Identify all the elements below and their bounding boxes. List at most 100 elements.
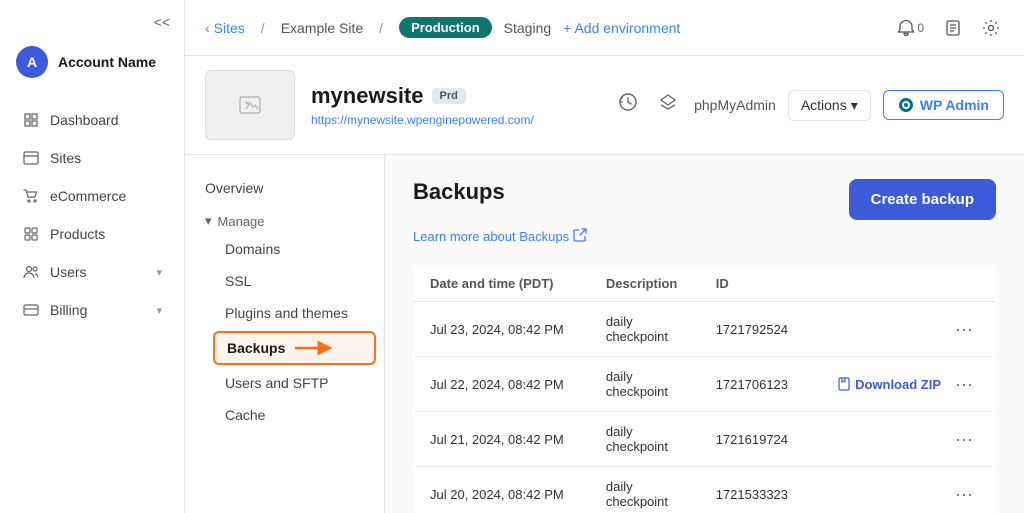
left-nav-users-sftp[interactable]: Users and SFTP: [205, 367, 384, 399]
sidebar-item-label-billing: Billing: [50, 302, 87, 318]
left-nav-ssl[interactable]: SSL: [205, 265, 384, 297]
left-nav-cache[interactable]: Cache: [205, 399, 384, 431]
backups-label: Backups: [227, 340, 285, 356]
more-options-button[interactable]: ···: [949, 317, 979, 342]
add-environment-button[interactable]: + Add environment: [563, 20, 680, 36]
cell-actions: ···: [810, 467, 995, 513]
ecommerce-icon: [22, 187, 40, 205]
create-backup-button[interactable]: Create backup: [849, 179, 996, 220]
col-id: ID: [700, 266, 811, 302]
site-name: mynewsite: [311, 83, 424, 109]
left-nav-plugins-themes[interactable]: Plugins and themes: [205, 297, 384, 329]
manage-section-label: Manage: [218, 214, 265, 229]
table-row: Jul 20, 2024, 08:42 PM daily checkpoint …: [414, 467, 996, 513]
sidebar-item-sites[interactable]: Sites: [6, 140, 178, 176]
chevron-down-icon: ▾: [205, 213, 212, 229]
sidebar-item-users[interactable]: Users ▾: [6, 254, 178, 290]
settings-button[interactable]: [978, 15, 1004, 41]
more-options-button[interactable]: ···: [949, 372, 979, 397]
left-nav-manage-section[interactable]: ▾ Manage: [185, 205, 384, 233]
billing-icon: [22, 301, 40, 319]
col-date: Date and time (PDT): [414, 266, 590, 302]
more-options-button[interactable]: ···: [949, 427, 979, 452]
sidebar-item-label-ecommerce: eCommerce: [50, 188, 126, 204]
cell-id: 1721533323: [700, 467, 811, 513]
avatar: A: [16, 46, 48, 78]
dashboard-icon: [22, 111, 40, 129]
back-label: Sites: [214, 20, 245, 36]
sidebar-item-label-sites: Sites: [50, 150, 81, 166]
table-row: Jul 22, 2024, 08:42 PM daily checkpoint …: [414, 357, 996, 412]
account-name: Account Name: [58, 54, 156, 70]
cell-id: 1721792524: [700, 302, 811, 357]
cell-date: Jul 23, 2024, 08:42 PM: [414, 302, 590, 357]
download-zip-button[interactable]: Download ZIP: [837, 377, 941, 392]
chevron-down-icon: ▾: [156, 266, 162, 279]
main-panel: Backups Create backup Learn more about B…: [385, 155, 1024, 513]
learn-more-link[interactable]: Learn more about Backups: [413, 228, 996, 245]
cell-date: Jul 22, 2024, 08:42 PM: [414, 357, 590, 412]
staging-tab[interactable]: Staging: [504, 20, 551, 36]
external-link-icon: [573, 228, 587, 245]
site-env-badge: Prd: [432, 88, 466, 104]
cell-actions: ···: [810, 412, 995, 467]
more-options-button[interactable]: ···: [949, 482, 979, 507]
phpmyadmin-label: phpMyAdmin: [694, 97, 776, 113]
sidebar-collapse-button[interactable]: <<: [0, 0, 184, 38]
wp-admin-label: WP Admin: [920, 97, 989, 113]
left-navigation: Overview ▾ Manage Domains SSL Plugins an…: [185, 155, 385, 513]
cell-description: daily checkpoint: [590, 412, 700, 467]
sidebar-item-label-products: Products: [50, 226, 105, 242]
breadcrumb-separator: /: [261, 20, 265, 36]
sidebar-item-label-dashboard: Dashboard: [50, 112, 119, 128]
sidebar-item-products[interactable]: Products: [6, 216, 178, 252]
actions-label: Actions: [801, 97, 847, 113]
content-area: Overview ▾ Manage Domains SSL Plugins an…: [185, 155, 1024, 513]
document-button[interactable]: [940, 15, 966, 41]
cell-description: daily checkpoint: [590, 357, 700, 412]
left-nav-overview[interactable]: Overview: [185, 171, 384, 205]
wp-admin-button[interactable]: WP Admin: [883, 90, 1004, 120]
actions-dropdown-button[interactable]: Actions ▾: [788, 90, 871, 121]
sidebar-item-billing[interactable]: Billing ▾: [6, 292, 178, 328]
bell-button[interactable]: 0: [893, 15, 928, 41]
learn-more-label: Learn more about Backups: [413, 229, 569, 244]
cell-date: Jul 20, 2024, 08:42 PM: [414, 467, 590, 513]
topbar-right-actions: 0: [893, 15, 1004, 41]
topbar-site-name: Example Site: [281, 20, 363, 36]
col-description: Description: [590, 266, 700, 302]
cell-description: daily checkpoint: [590, 302, 700, 357]
sidebar-navigation: Dashboard Sites eCommerce Products: [0, 94, 184, 336]
table-row: Jul 23, 2024, 08:42 PM daily checkpoint …: [414, 302, 996, 357]
phpmyadmin-button[interactable]: phpMyAdmin: [694, 97, 776, 113]
sidebar-account: A Account Name: [0, 38, 184, 94]
products-icon: [22, 225, 40, 243]
collapse-icon: <<: [154, 14, 170, 30]
left-nav-domains[interactable]: Domains: [205, 233, 384, 265]
breadcrumb-separator2: /: [379, 20, 383, 36]
site-actions: phpMyAdmin Actions ▾ WP Admin: [614, 88, 1004, 122]
notification-count: 0: [917, 21, 924, 35]
sidebar-item-dashboard[interactable]: Dashboard: [6, 102, 178, 138]
cell-description: daily checkpoint: [590, 467, 700, 513]
users-icon: [22, 263, 40, 281]
sidebar-item-label-users: Users: [50, 264, 87, 280]
env-badge[interactable]: Production: [399, 17, 492, 38]
site-url-link[interactable]: https://mynewsite.wpenginepowered.com/: [311, 113, 534, 127]
chevron-down-icon: ▾: [156, 304, 162, 317]
deploy-button[interactable]: [654, 88, 682, 122]
cell-actions: ···: [810, 302, 995, 357]
back-to-sites-link[interactable]: ‹ Sites: [205, 20, 245, 36]
site-info: mynewsite Prd https://mynewsite.wpengine…: [311, 83, 534, 127]
arrow-indicator: [295, 339, 335, 357]
cell-id: 1721619724: [700, 412, 811, 467]
topbar: ‹ Sites / Example Site / Production Stag…: [185, 0, 1024, 56]
sidebar: << A Account Name Dashboard Sites eComme…: [0, 0, 185, 513]
left-nav-backups[interactable]: Backups: [213, 331, 376, 365]
chevron-down-icon: ▾: [851, 97, 858, 114]
sidebar-item-ecommerce[interactable]: eCommerce: [6, 178, 178, 214]
left-nav-sub-items: Domains SSL Plugins and themes Backups U…: [185, 233, 384, 431]
site-header: mynewsite Prd https://mynewsite.wpengine…: [185, 56, 1024, 155]
history-button[interactable]: [614, 88, 642, 122]
table-row: Jul 21, 2024, 08:42 PM daily checkpoint …: [414, 412, 996, 467]
